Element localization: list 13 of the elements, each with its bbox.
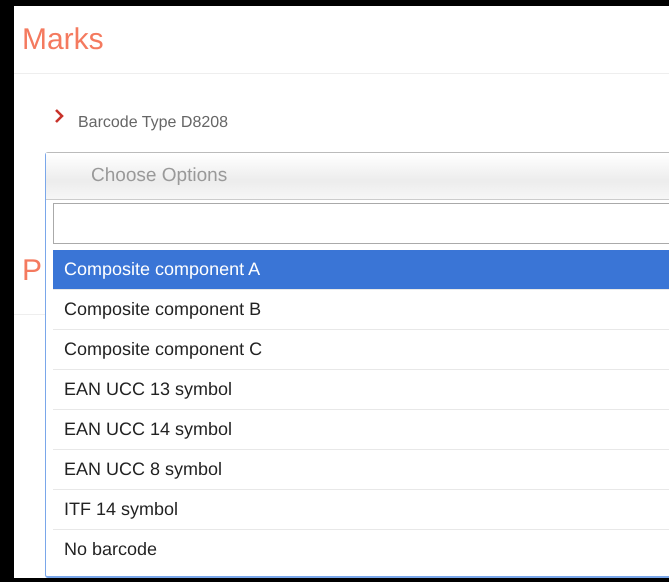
chevron-icon[interactable] [54, 109, 64, 123]
field-label: Barcode Type D8208 [78, 114, 228, 132]
section-title: P [22, 254, 42, 287]
dropdown-option[interactable]: Composite component A [53, 250, 669, 290]
section-title: Marks [22, 22, 104, 56]
search-field[interactable] [53, 203, 669, 244]
dropdown-option[interactable]: No barcode [53, 530, 669, 569]
dropdown-option[interactable]: Composite component B [53, 290, 669, 330]
dropdown-option[interactable]: Composite component C [53, 330, 669, 370]
dropdown-option[interactable]: EAN UCC 14 symbol [53, 410, 669, 450]
dropdown-option[interactable]: EAN UCC 13 symbol [53, 370, 669, 410]
dropdown-option[interactable]: ITF 14 symbol [53, 490, 669, 530]
dropdown-option[interactable]: EAN UCC 8 symbol [53, 450, 669, 490]
